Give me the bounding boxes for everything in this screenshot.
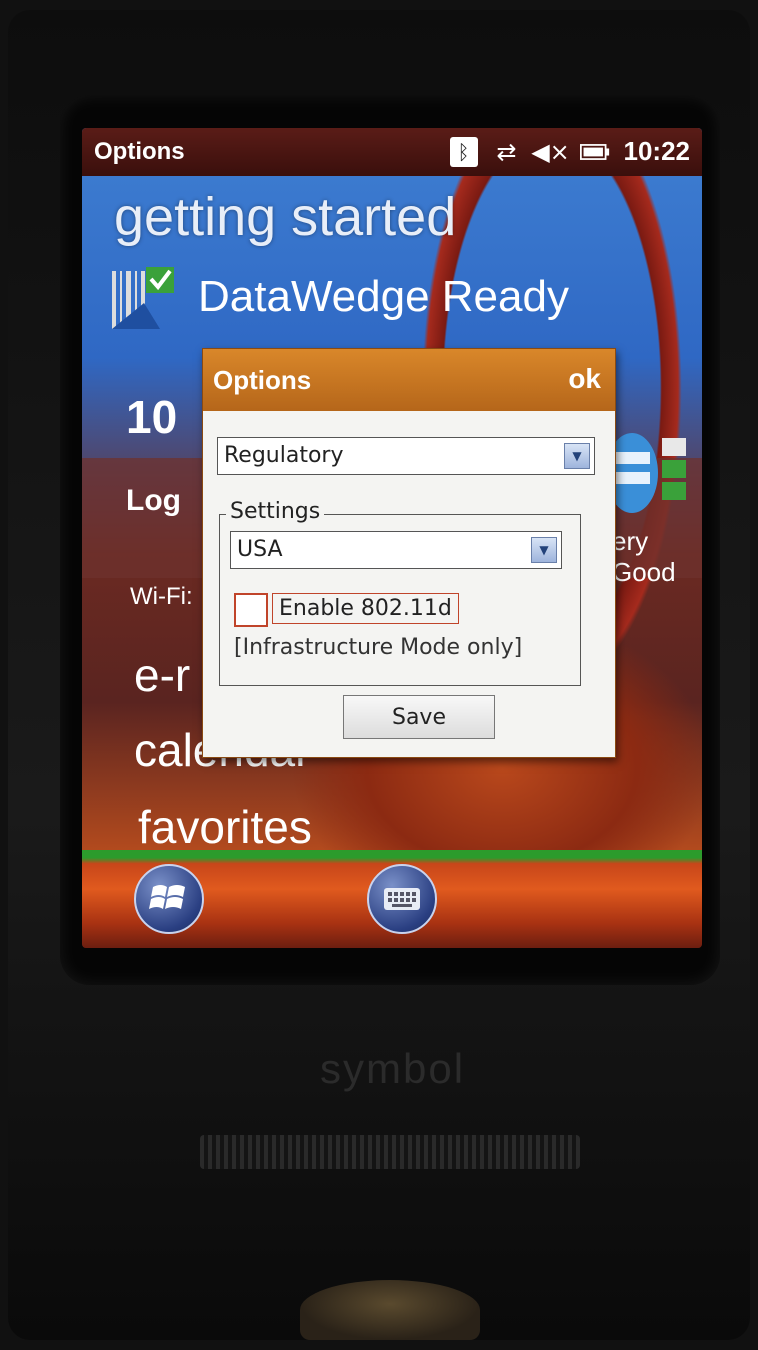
getting-started-link[interactable]: getting started bbox=[114, 186, 456, 248]
datawedge-status[interactable]: DataWedge Ready bbox=[110, 263, 569, 331]
status-bar: Options ᛒ ⇄ ◀× 10:22 bbox=[82, 128, 702, 176]
keyboard-button[interactable] bbox=[367, 864, 437, 934]
dialog-header: Options ok bbox=[203, 349, 615, 411]
enable-80211d-checkbox[interactable] bbox=[234, 593, 268, 627]
hardware-button[interactable] bbox=[300, 1280, 480, 1340]
datawedge-label: DataWedge Ready bbox=[198, 272, 569, 321]
log-partial[interactable]: Log bbox=[126, 484, 181, 518]
speaker-grille bbox=[200, 1135, 580, 1169]
status-icons: ᛒ ⇄ ◀× 10:22 bbox=[449, 136, 691, 167]
start-button[interactable] bbox=[134, 864, 204, 934]
taskbar bbox=[82, 850, 702, 948]
ok-button[interactable]: ok bbox=[568, 363, 601, 395]
keyboard-icon bbox=[384, 888, 420, 910]
save-button[interactable]: Save bbox=[343, 695, 495, 739]
battery-icon[interactable] bbox=[579, 137, 610, 167]
status-title: Options bbox=[94, 138, 185, 165]
infrastructure-note: [Infrastructure Mode only] bbox=[234, 635, 523, 660]
chevron-down-icon[interactable]: ▼ bbox=[531, 537, 557, 563]
windows-logo-icon bbox=[149, 885, 185, 909]
battery-status-text: ery Good bbox=[612, 526, 676, 587]
options-dialog: Options ok Regulatory ▼ Settings USA ▼ E… bbox=[202, 348, 616, 758]
wifi-partial[interactable]: Wi-Fi: bbox=[130, 583, 193, 611]
bluetooth-icon[interactable]: ᛒ bbox=[449, 136, 478, 167]
favorites-link[interactable]: favorites bbox=[138, 800, 312, 854]
time-partial: 10 bbox=[126, 391, 178, 443]
screen: Options ᛒ ⇄ ◀× 10:22 getting started Dat… bbox=[82, 128, 702, 948]
email-link[interactable]: e-r bbox=[134, 648, 190, 702]
volume-muted-icon[interactable]: ◀× bbox=[531, 137, 570, 167]
settings-group-label: Settings bbox=[226, 499, 325, 524]
country-select[interactable]: USA ▼ bbox=[230, 531, 562, 569]
category-select-value: Regulatory bbox=[224, 443, 344, 468]
device-brand-logo: symbol bbox=[320, 1045, 466, 1092]
network-sync-icon[interactable]: ⇄ bbox=[492, 137, 522, 167]
dialog-title: Options bbox=[213, 365, 312, 395]
settings-group: Settings USA ▼ Enable 802.11d [Infrastru… bbox=[219, 499, 581, 686]
category-select[interactable]: Regulatory ▼ bbox=[217, 437, 595, 475]
barcode-check-icon bbox=[110, 263, 180, 331]
chevron-down-icon[interactable]: ▼ bbox=[564, 443, 590, 469]
enable-80211d-label[interactable]: Enable 802.11d bbox=[272, 593, 459, 624]
country-select-value: USA bbox=[237, 537, 283, 562]
clock[interactable]: 10:22 bbox=[624, 136, 691, 167]
